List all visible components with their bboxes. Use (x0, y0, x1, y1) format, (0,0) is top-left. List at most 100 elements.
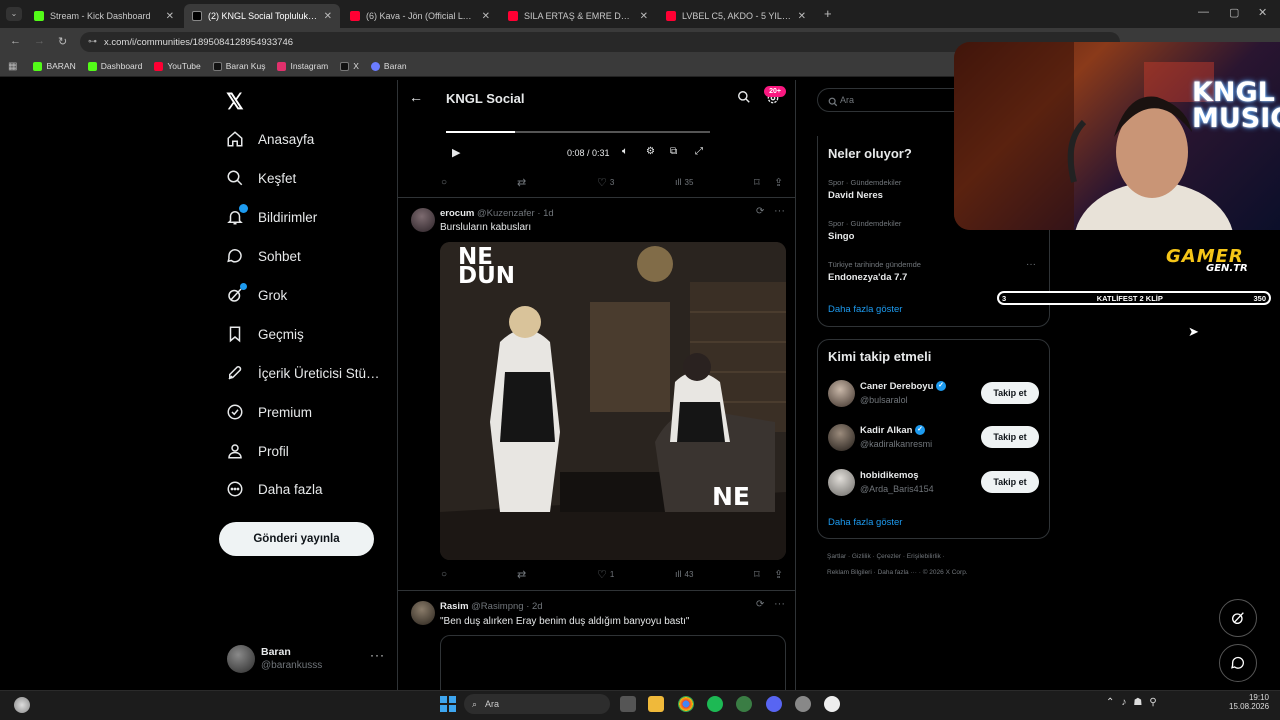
grok-icon[interactable]: ⟳ (756, 599, 764, 610)
nav-more[interactable]: Daha fazla (226, 480, 323, 498)
footer-links[interactable]: Şartlar · Gizlilik · Çerezler · Erişileb… (827, 553, 945, 560)
back-arrow-icon[interactable]: ← (409, 89, 423, 105)
clock[interactable]: 19:10 15.08.2026 (1229, 693, 1269, 711)
tab-kngl-social[interactable]: (2) KNGL Social Topluluk / X ✕ (184, 4, 340, 28)
author-name[interactable]: erocum (440, 208, 474, 219)
reload-icon[interactable]: ↻ (58, 35, 67, 48)
views-stat[interactable]: ıll 35 (675, 177, 693, 187)
like-action[interactable]: ♡ 3 (597, 176, 614, 189)
tab-sila-ertas[interactable]: SILA ERTAŞ & EMRE DEMİR - Y…✕ (500, 4, 656, 28)
close-window-icon[interactable]: ✕ (1258, 6, 1267, 19)
file-explorer-icon[interactable] (648, 696, 664, 712)
tab-lvbel-c5[interactable]: LVBEL C5, AKDO - 5 YILDIZ - Yo…✕ (658, 4, 814, 28)
messages-float-button[interactable] (1219, 644, 1257, 682)
close-tab-icon[interactable]: ✕ (324, 11, 332, 22)
more-icon[interactable]: ··· (774, 205, 785, 217)
nav-chat[interactable]: Sohbet (226, 247, 301, 265)
grok-float-button[interactable] (1219, 599, 1257, 637)
nav-creator-studio[interactable]: İçerik Üreticisi Stü… (226, 364, 380, 382)
maximize-icon[interactable]: ▢ (1229, 6, 1239, 19)
bookmark-action[interactable]: ⌑ (754, 568, 760, 581)
forward-icon[interactable]: → (34, 35, 45, 47)
nav-grok[interactable]: Grok (226, 283, 287, 304)
trend-item[interactable]: Türkiye tarihinde gündemde Endonezya'da … (828, 260, 921, 283)
trend-item[interactable]: Spor · Gündemdekiler Singo (828, 219, 901, 242)
grok-icon[interactable]: ⟳ (756, 206, 764, 217)
bookmark-baran[interactable]: BARAN (33, 61, 76, 71)
back-icon[interactable]: ← (10, 35, 21, 47)
close-tab-icon[interactable]: ✕ (640, 11, 648, 22)
like-action[interactable]: ♡ 1 (597, 568, 614, 581)
bookmark-x[interactable]: X (340, 61, 359, 71)
app-icon[interactable] (736, 696, 752, 712)
account-switcher[interactable]: Baran @barankusss ··· (224, 642, 392, 676)
new-tab-icon[interactable]: + (824, 6, 832, 21)
nav-notifications[interactable]: Bildirimler (226, 204, 317, 226)
discord-icon[interactable] (766, 696, 782, 712)
nav-profile[interactable]: Profil (226, 442, 289, 460)
fullscreen-icon[interactable]: ⤢ (695, 146, 703, 157)
bookmark-baran-2[interactable]: Baran (370, 61, 407, 71)
chrome-icon[interactable] (678, 696, 694, 712)
follow-button[interactable]: Takip et (981, 382, 1039, 404)
share-action[interactable]: ⇪ (774, 568, 783, 581)
post-rasim[interactable]: Rasim @Rasimpng · 2d ⟳ ··· "Ben duş alır… (398, 591, 795, 690)
close-tab-icon[interactable]: ✕ (482, 11, 490, 22)
pip-icon[interactable]: ⧉ (670, 146, 677, 157)
bookmark-baran-kus[interactable]: Baran Kuş (212, 61, 265, 71)
nav-explore[interactable]: Keşfet (226, 169, 296, 187)
repost-action[interactable]: ⇄ (517, 568, 526, 581)
close-tab-icon[interactable]: ✕ (798, 11, 806, 22)
reply-action[interactable]: ○ (441, 569, 447, 580)
minimize-icon[interactable]: — (1198, 6, 1209, 18)
close-tab-icon[interactable]: ✕ (166, 11, 174, 22)
tab-kava-jon[interactable]: (6) Kava - Jön (Official Lyric Vid…✕ (342, 4, 498, 28)
video-progress-track[interactable] (446, 131, 710, 133)
trends-show-more-link[interactable]: Daha fazla göster (828, 304, 902, 315)
app-icon[interactable] (824, 696, 840, 712)
suggestion-row[interactable]: Kadir Alkan ✓ @kadiralkanresmi Takip et (828, 422, 1042, 456)
widgets-icon[interactable] (14, 697, 30, 713)
task-view-icon[interactable] (620, 696, 636, 712)
suggestion-row[interactable]: Caner Dereboyu ✓ @bulsaralol Takip et (828, 378, 1042, 412)
views-stat[interactable]: ıll 43 (675, 569, 693, 579)
windows-start-icon[interactable] (440, 696, 456, 712)
post-erocum[interactable]: erocum @Kuzenzafer · 1d ⟳ ··· Bursluları… (398, 198, 795, 590)
x-logo-icon[interactable]: 𝕏 (226, 89, 244, 115)
search-input[interactable]: Ara (817, 88, 967, 112)
spotify-icon[interactable] (707, 696, 723, 712)
tab-search-icon[interactable]: ⌄ (6, 7, 22, 21)
taskbar-search[interactable]: ⌕ Ara (464, 694, 610, 714)
nav-bookmarks[interactable]: Geçmiş (226, 325, 304, 343)
more-icon[interactable]: ··· (774, 598, 785, 610)
footer-links-2[interactable]: Reklam Bilgileri · Daha fazla ··· · © 20… (827, 569, 968, 576)
more-icon[interactable]: ··· (370, 648, 385, 662)
repost-action[interactable]: ⇄ (517, 176, 526, 189)
volume-icon[interactable]: 🔈︎ (622, 146, 628, 157)
app-icon[interactable] (795, 696, 811, 712)
system-tray-icons[interactable]: ⌃♪☗⚲ (1106, 697, 1164, 708)
share-action[interactable]: ⇪ (774, 176, 783, 189)
follow-show-more-link[interactable]: Daha fazla göster (828, 517, 902, 528)
video-settings-icon[interactable]: ⚙︎ (646, 146, 655, 157)
post-image[interactable]: NE DUN NE (440, 242, 786, 560)
follow-button[interactable]: Takip et (981, 426, 1039, 448)
nav-home[interactable]: Anasayfa (226, 130, 314, 148)
post-button[interactable]: Gönderi yayınla (219, 522, 374, 556)
author-handle[interactable]: @Kuzenzafer (477, 208, 535, 219)
search-icon[interactable] (737, 90, 751, 109)
post-media[interactable] (440, 635, 786, 690)
suggestion-row[interactable]: hobidikemoş @Arda_Baris4154 Takip et (828, 467, 1042, 501)
play-icon[interactable]: ▶ (452, 146, 460, 159)
nav-premium[interactable]: Premium (226, 403, 312, 421)
author-handle[interactable]: @Rasimpng (471, 601, 523, 612)
bookmark-youtube[interactable]: YouTube (154, 61, 201, 71)
reply-action[interactable]: ○ (441, 177, 447, 188)
bookmark-action[interactable]: ⌑ (754, 176, 760, 189)
follow-button[interactable]: Takip et (981, 471, 1039, 493)
tab-kick-dashboard[interactable]: Stream - Kick Dashboard ✕ (26, 4, 182, 28)
bookmark-instagram[interactable]: Instagram (277, 61, 328, 71)
author-name[interactable]: Rasim (440, 601, 469, 612)
bookmark-dashboard[interactable]: Dashboard (87, 61, 142, 71)
site-info-icon[interactable]: ⊶ (88, 36, 97, 47)
